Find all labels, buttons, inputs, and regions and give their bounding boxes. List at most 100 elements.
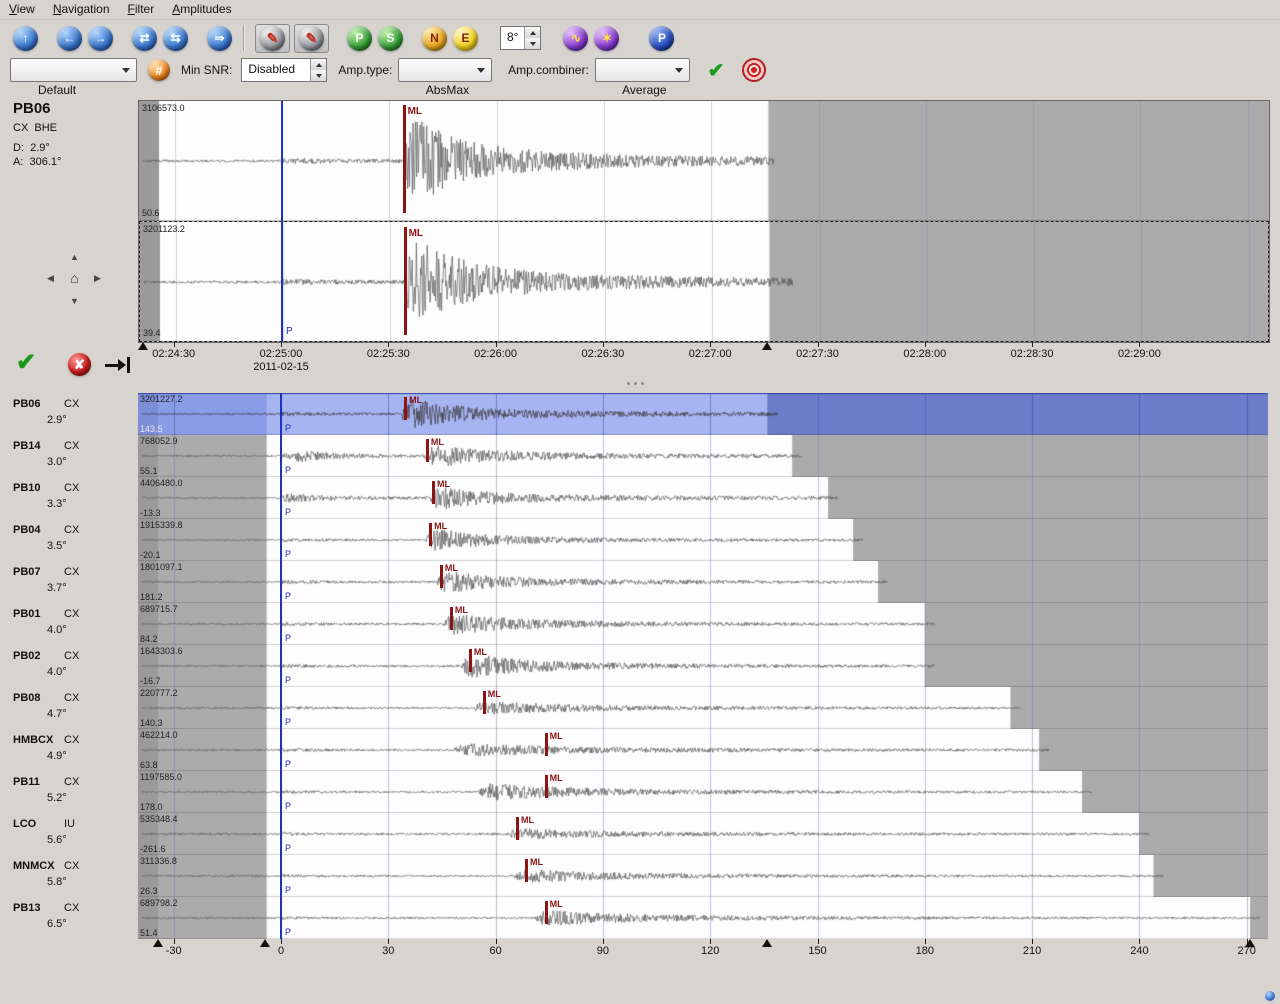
p-marker-line[interactable]: [280, 603, 282, 645]
export-picks-button[interactable]: [104, 356, 132, 374]
splitter-handle[interactable]: [612, 381, 658, 386]
waveform-canvas[interactable]: [138, 687, 1268, 729]
waveform-canvas[interactable]: [138, 603, 1268, 645]
trace-area[interactable]: 535348.4 -261.6 P ML: [138, 813, 1268, 855]
ml-marker-line[interactable]: [483, 691, 486, 714]
waveform-canvas[interactable]: [138, 855, 1268, 897]
menu-filter[interactable]: Filter: [119, 0, 164, 18]
ml-marker-line[interactable]: [516, 817, 519, 840]
p-marker-line[interactable]: [280, 813, 282, 855]
trace-area[interactable]: 689798.2 51.4 P ML: [138, 897, 1268, 939]
filter-button[interactable]: ∿: [563, 26, 588, 51]
goto-trace-button[interactable]: ⇒: [207, 26, 232, 51]
ml-marker-line[interactable]: [404, 227, 407, 335]
zoom-trace-panel[interactable]: 3106573.0 50.6 ML 3201123.2 39.4 ML P: [138, 100, 1270, 343]
align-origin-button[interactable]: ⇄: [132, 26, 157, 51]
menu-view[interactable]: View: [0, 0, 44, 18]
trace-row[interactable]: PB04 CX 3.5° 1915339.8 -20.1 P ML: [0, 519, 1280, 561]
resize-grip-icon[interactable]: [1265, 991, 1275, 1001]
menu-amplitudes[interactable]: Amplitudes: [163, 0, 240, 18]
rotation-spinbox-steppers[interactable]: [524, 27, 540, 49]
trace-row[interactable]: PB02 CX 4.0° 1643303.6 -16.7 P ML: [0, 645, 1280, 687]
apply-p-button[interactable]: P: [347, 26, 372, 51]
trace-row[interactable]: PB11 CX 5.2° 1197585.0 178.0 P ML: [0, 771, 1280, 813]
p-marker-line[interactable]: [281, 101, 283, 342]
pick-mode-button[interactable]: ✎: [260, 26, 285, 51]
waveform-canvas[interactable]: [138, 561, 1268, 603]
zoom-waveform-canvas-2[interactable]: [140, 222, 1269, 342]
spectra-button[interactable]: ✶: [594, 26, 619, 51]
component-n-button[interactable]: N: [422, 26, 447, 51]
waveform-canvas[interactable]: [138, 813, 1268, 855]
axis-marker-icon[interactable]: [260, 939, 270, 947]
ml-marker-line[interactable]: [545, 733, 548, 756]
min-snr-spinbox[interactable]: Disabled: [241, 58, 327, 82]
nav-right-button[interactable]: ▶: [89, 271, 106, 286]
nav-left-button[interactable]: ◀: [42, 271, 59, 286]
ml-marker-line[interactable]: [440, 565, 443, 588]
trace-area[interactable]: 689715.7 84.2 P ML: [138, 603, 1268, 645]
waveform-canvas[interactable]: [138, 897, 1268, 939]
zoom-waveform-canvas-1[interactable]: [139, 101, 1269, 221]
recalculate-button[interactable]: ✔: [708, 58, 725, 83]
min-snr-steppers[interactable]: [310, 59, 326, 81]
amp-type-combobox[interactable]: AbsMax: [398, 58, 492, 82]
trace-row[interactable]: PB07 CX 3.7° 1801097.1 181.2 P ML: [0, 561, 1280, 603]
align-pick-button[interactable]: ⇆: [163, 26, 188, 51]
p-marker-line[interactable]: [280, 393, 282, 435]
amp-combiner-combobox[interactable]: Average: [595, 58, 690, 82]
nav-up-button[interactable]: ▲: [66, 249, 83, 264]
p-marker-line[interactable]: [280, 855, 282, 897]
zoom-trace-1[interactable]: 3106573.0 50.6 ML: [139, 101, 1269, 221]
rotation-spinbox[interactable]: 8°: [500, 26, 541, 50]
component-e-button[interactable]: E: [453, 26, 478, 51]
ml-marker-line[interactable]: [429, 523, 432, 546]
axis-marker-icon[interactable]: [762, 939, 772, 947]
trace-row[interactable]: PB14 CX 3.0° 768052.9 55.1 P ML: [0, 435, 1280, 477]
ml-marker-line[interactable]: [545, 901, 548, 924]
p-marker-line[interactable]: [280, 771, 282, 813]
trace-row[interactable]: HMBCX CX 4.9° 462214.0 63.8 P ML: [0, 729, 1280, 771]
trace-area[interactable]: 768052.9 55.1 P ML: [138, 435, 1268, 477]
trace-area[interactable]: 3201227.2 143.5 P ML: [138, 393, 1268, 435]
trace-row[interactable]: PB13 CX 6.5° 689798.2 51.4 P ML: [0, 897, 1280, 939]
trace-row[interactable]: PB08 CX 4.7° 220777.2 140.3 P ML: [0, 687, 1280, 729]
trace-area[interactable]: 1915339.8 -20.1 P ML: [138, 519, 1268, 561]
ml-marker-line[interactable]: [525, 859, 528, 882]
ml-marker-line[interactable]: [426, 439, 429, 462]
ml-marker-line[interactable]: [404, 397, 407, 420]
ml-marker-line[interactable]: [469, 649, 472, 672]
axis-marker-icon[interactable]: [138, 342, 148, 350]
trace-row[interactable]: PB10 CX 3.3° 4406480.0 -13.3 P ML: [0, 477, 1280, 519]
apply-s-button[interactable]: S: [378, 26, 403, 51]
reject-button[interactable]: ✘: [68, 353, 91, 376]
trace-area[interactable]: 462214.0 63.8 P ML: [138, 729, 1268, 771]
trace-row[interactable]: PB01 CX 4.0° 689715.7 84.2 P ML: [0, 603, 1280, 645]
trace-row[interactable]: MNMCX CX 5.8° 311336.8 26.3 P ML: [0, 855, 1280, 897]
p-marker-line[interactable]: [280, 435, 282, 477]
nav-home-button[interactable]: ↑: [13, 26, 38, 51]
nav-down-button[interactable]: ▼: [66, 293, 83, 308]
target-icon[interactable]: [742, 58, 766, 82]
waveform-canvas[interactable]: [138, 393, 1268, 435]
ml-marker-line[interactable]: [545, 775, 548, 798]
trace-area[interactable]: 220777.2 140.3 P ML: [138, 687, 1268, 729]
p-marker-line[interactable]: [280, 519, 282, 561]
accept-button[interactable]: ✔: [16, 348, 36, 377]
zoom-trace-2[interactable]: 3201123.2 39.4 ML: [139, 221, 1269, 342]
edit-pick-button[interactable]: ✎: [299, 26, 324, 51]
waveform-canvas[interactable]: [138, 771, 1268, 813]
waveform-canvas[interactable]: [138, 477, 1268, 519]
waveform-canvas[interactable]: [138, 645, 1268, 687]
ml-marker-line[interactable]: [450, 607, 453, 630]
ml-marker-line[interactable]: [403, 105, 406, 213]
trace-area[interactable]: 311336.8 26.3 P ML: [138, 855, 1268, 897]
trace-area[interactable]: 1643303.6 -16.7 P ML: [138, 645, 1268, 687]
profile-combobox[interactable]: Default: [10, 58, 137, 82]
waveform-canvas[interactable]: [138, 729, 1268, 771]
nav-home-small-button[interactable]: ⌂: [66, 270, 83, 285]
ml-marker-line[interactable]: [432, 481, 435, 504]
axis-marker-icon[interactable]: [762, 342, 772, 350]
menu-navigation[interactable]: Navigation: [44, 0, 119, 18]
p-marker-line[interactable]: [280, 897, 282, 939]
